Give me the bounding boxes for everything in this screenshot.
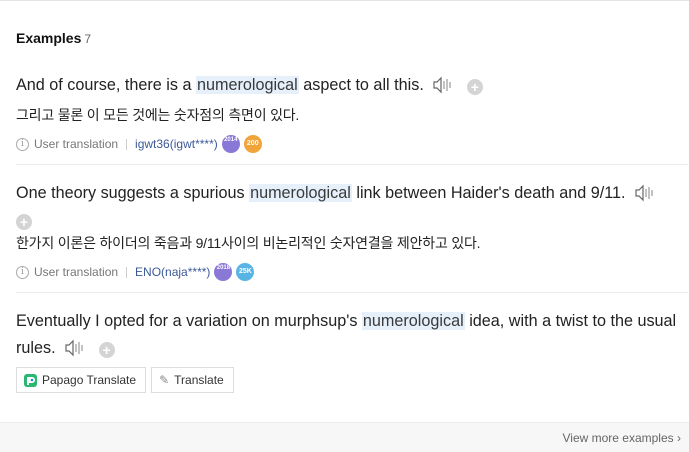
badge-year: 2018: [214, 263, 233, 281]
badge-year: 2014: [221, 135, 240, 153]
section-header: Examples 7: [16, 30, 91, 46]
papago-translate-label: Papago Translate: [42, 373, 137, 387]
example-count: 7: [84, 32, 92, 46]
user-link[interactable]: igwt36(igwt****): [135, 137, 218, 151]
user-link[interactable]: ENO(naja****): [135, 265, 210, 279]
translation-meta: i User translation igwt36(igwt****) 2014…: [16, 134, 688, 154]
speaker-icon[interactable]: [432, 76, 454, 103]
footer-bar: View more examples ›: [0, 422, 689, 452]
sentence-text: One theory suggests a spurious: [16, 184, 250, 202]
meta-separator: [126, 266, 128, 278]
translate-label: Translate: [174, 373, 224, 387]
example-sentence: Eventually I opted for a variation on mu…: [16, 308, 688, 366]
meta-separator: [126, 138, 128, 150]
sentence-text: And of course, there is a: [16, 76, 196, 94]
pencil-icon: ✎: [159, 373, 170, 387]
example-item: And of course, there is a numerological …: [16, 72, 688, 154]
example-translation: 한가지 이론은 하이더의 죽음과 9/11사이의 비논리적인 숫자연결을 제안하…: [16, 235, 481, 251]
translation-meta: i User translation ENO(naja****) 2018 25…: [16, 262, 688, 282]
example-translation: 그리고 물론 이 모든 것에는 숫자점의 측면이 있다.: [16, 107, 300, 123]
view-more-label: View more examples: [562, 431, 674, 445]
sentence-text: Eventually I opted for a variation on mu…: [16, 312, 362, 330]
badge-level: 200: [243, 135, 262, 153]
chevron-right-icon: ›: [677, 431, 681, 445]
highlighted-term: numerological: [361, 312, 465, 330]
sentence-text: link between Haider's death and 9/11.: [351, 184, 626, 202]
speaker-icon[interactable]: [64, 339, 86, 366]
example-item: Eventually I opted for a variation on mu…: [16, 308, 688, 366]
highlighted-term: numerological: [195, 76, 299, 94]
badge-level: 25K: [236, 263, 255, 281]
example-sentence: And of course, there is a numerological …: [16, 72, 688, 103]
translation-source: User translation: [34, 265, 119, 279]
speaker-icon[interactable]: [634, 184, 656, 211]
info-icon[interactable]: i: [16, 137, 29, 151]
translate-buttons: Papago Translate ✎ Translate: [16, 367, 234, 393]
papago-icon: [24, 373, 37, 387]
add-icon[interactable]: +: [98, 342, 115, 358]
translation-source: User translation: [34, 137, 119, 151]
translate-button[interactable]: ✎ Translate: [151, 367, 234, 393]
add-icon[interactable]: +: [466, 79, 483, 95]
section-title: Examples: [16, 30, 82, 46]
add-icon[interactable]: +: [16, 214, 32, 230]
sentence-text: aspect to all this.: [298, 76, 424, 94]
example-item: One theory suggests a spurious numerolog…: [16, 180, 688, 282]
example-divider: [16, 292, 688, 293]
papago-translate-button[interactable]: Papago Translate: [16, 367, 147, 393]
highlighted-term: numerological: [249, 184, 352, 202]
view-more-link[interactable]: View more examples ›: [562, 431, 681, 445]
example-divider: [16, 164, 688, 165]
example-sentence: One theory suggests a spurious numerolog…: [16, 180, 688, 230]
info-icon[interactable]: i: [16, 265, 29, 279]
top-divider: [0, 0, 689, 1]
